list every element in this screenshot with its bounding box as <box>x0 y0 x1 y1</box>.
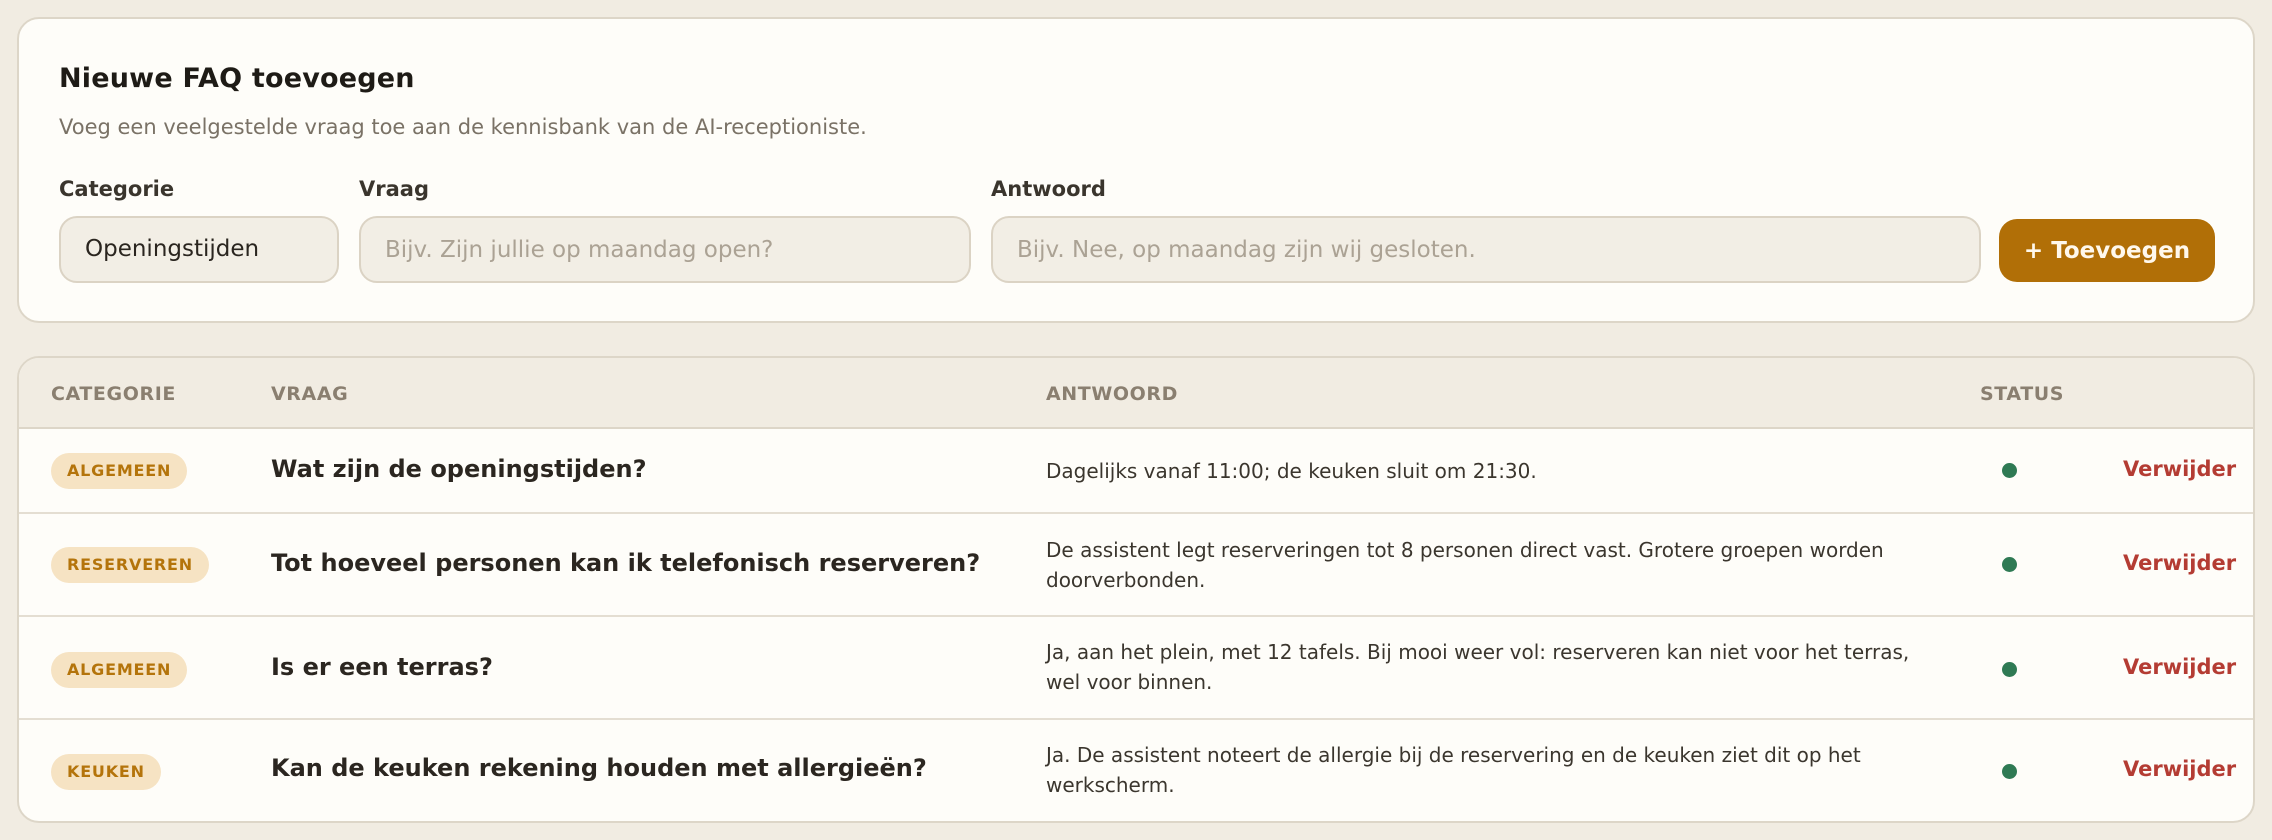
faq-answer: Ja. De assistent noteert de allergie bij… <box>1046 743 1861 797</box>
status-active-dot <box>2002 764 2017 779</box>
table-row: ALGEMEEN Wat zijn de openingstijden? Dag… <box>19 429 2253 514</box>
delete-button[interactable]: Verwijder <box>2123 457 2236 481</box>
faq-answer: Ja, aan het plein, met 12 tafels. Bij mo… <box>1046 640 1910 694</box>
category-select[interactable]: Openingstijden <box>59 216 339 283</box>
answer-input[interactable] <box>991 216 1981 283</box>
status-active-dot <box>2002 557 2017 572</box>
add-faq-button[interactable]: + Toevoegen <box>1999 219 2215 282</box>
category-badge: ALGEMEEN <box>51 453 188 489</box>
faq-question: Is er een terras? <box>271 653 493 681</box>
header-status: STATUS <box>1980 383 2065 405</box>
header-answer: ANTWOORD <box>1046 383 1179 405</box>
faq-form-card: Nieuwe FAQ toevoegen Voeg een veelgestel… <box>17 17 2255 323</box>
header-category: CATEGORIE <box>51 383 176 405</box>
question-label: Vraag <box>359 177 429 201</box>
category-badge: KEUKEN <box>51 754 161 790</box>
table-row: KEUKEN Kan de keuken rekening houden met… <box>19 720 2253 821</box>
delete-button[interactable]: Verwijder <box>2123 551 2236 575</box>
header-question: VRAAG <box>271 383 349 405</box>
faq-table: CATEGORIE VRAAG ANTWOORD STATUS ALGEMEEN… <box>17 356 2255 823</box>
faq-question: Wat zijn de openingstijden? <box>271 455 647 483</box>
table-header: CATEGORIE VRAAG ANTWOORD STATUS <box>19 358 2253 429</box>
question-input[interactable] <box>359 216 971 283</box>
status-active-dot <box>2002 463 2017 478</box>
delete-button[interactable]: Verwijder <box>2123 655 2236 679</box>
category-badge: ALGEMEEN <box>51 652 188 688</box>
faq-answer: Dagelijks vanaf 11:00; de keuken sluit o… <box>1046 459 1537 483</box>
table-row: ALGEMEEN Is er een terras? Ja, aan het p… <box>19 617 2253 720</box>
category-label: Categorie <box>59 177 175 201</box>
faq-question: Kan de keuken rekening houden met allerg… <box>271 754 927 782</box>
form-description: Voeg een veelgestelde vraag toe aan de k… <box>59 115 867 139</box>
category-selected-value: Openingstijden <box>85 236 260 262</box>
answer-label: Antwoord <box>991 177 1106 201</box>
faq-answer: De assistent legt reserveringen tot 8 pe… <box>1046 538 1884 592</box>
form-title: Nieuwe FAQ toevoegen <box>59 63 415 94</box>
faq-question: Tot hoeveel personen kan ik telefonisch … <box>271 549 981 577</box>
status-active-dot <box>2002 662 2017 677</box>
delete-button[interactable]: Verwijder <box>2123 757 2236 781</box>
table-row: RESERVEREN Tot hoeveel personen kan ik t… <box>19 514 2253 617</box>
category-badge: RESERVEREN <box>51 547 209 583</box>
